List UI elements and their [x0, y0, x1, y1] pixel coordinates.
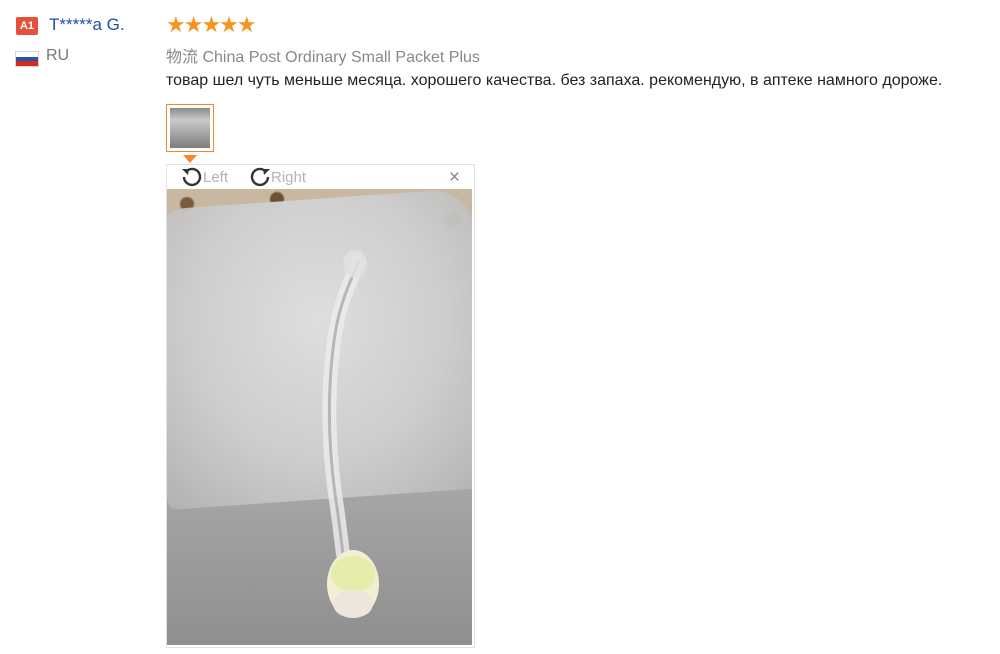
photo-viewer: Left Right ×: [166, 164, 475, 648]
reviewer-badge: A1: [16, 17, 38, 35]
russia-flag-icon: [16, 52, 38, 66]
rotate-right-label: Right: [271, 168, 307, 186]
close-icon[interactable]: ×: [449, 168, 460, 187]
reviewer-name: T*****a G.: [49, 15, 125, 34]
rotate-right-icon: [250, 167, 270, 187]
rotate-left-label: Left: [203, 168, 229, 186]
viewer-toolbar: Left Right ×: [167, 165, 472, 189]
shipping-method: 物流 China Post Ordinary Small Packet Plus: [166, 49, 480, 66]
review-photo: [167, 189, 472, 645]
rotate-left-button[interactable]: Left: [179, 165, 228, 189]
star-rating: ★★★★★: [166, 12, 257, 37]
review-text: товар шел чуть меньше месяца. хорошего к…: [166, 72, 943, 89]
reviewer-country: RU: [46, 47, 70, 64]
rotate-right-button[interactable]: Right: [247, 165, 306, 189]
rotate-left-icon: [182, 167, 202, 187]
photo-thumbnail[interactable]: [166, 104, 214, 152]
thumbnail-pointer: [183, 155, 197, 163]
